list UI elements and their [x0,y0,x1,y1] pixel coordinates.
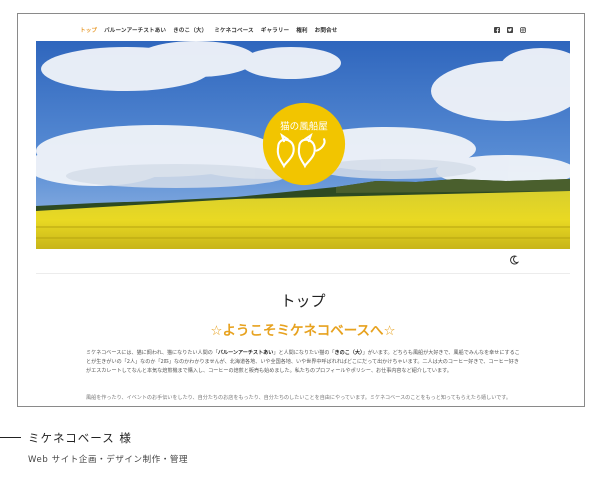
nav-item-balloon-artist[interactable]: バルーンアーチストあい [104,26,166,34]
client-name: ミケネコベース 様 [28,431,132,445]
nav-item-contact[interactable]: お問合せ [315,26,338,34]
nav-item-mikeneko-base[interactable]: ミケネコベース [214,26,253,34]
nav-item-rights[interactable]: 権利 [296,26,307,34]
facebook-icon[interactable] [494,27,500,33]
work-description: Web サイト企画・デザイン制作・管理 [28,455,189,465]
instagram-icon[interactable] [520,27,526,33]
intro-text-2: 」と人間になりたい猫の「 [273,350,335,356]
social-links [494,27,526,33]
welcome-heading: ☆ようこそミケネコベースへ☆ [210,323,396,339]
dark-mode-moon-icon[interactable] [509,255,519,265]
page-title: トップ [280,292,326,310]
website-screenshot-frame: トップ バルーンアーチストあい きのこ（大） ミケネコベース ギャラリー 権利 … [17,13,585,407]
intro-text-1: ミケネコベースには、猫に飼われ、猫になりたい人間の「 [86,350,218,356]
nav-item-gallery[interactable]: ギャラリー [261,26,289,34]
neko-balloon-logo: 猫の風船屋 [262,102,346,186]
intro-paragraph-2: 風船を作ったり、イベントのお手伝いをしたり、自分たちのお店をもったり、自分たちの… [86,395,511,401]
caption-line [0,437,21,438]
nav-item-kinoko[interactable]: きのこ（大） [173,26,207,34]
hero-image: 猫の風船屋 [36,41,570,249]
logo-text: 猫の風船屋 [280,121,328,133]
intro-paragraph: ミケネコベースには、猫に飼われ、猫になりたい人間の「バルーンアーチストあい」と人… [86,349,523,377]
section-divider [36,273,570,274]
nav-item-top[interactable]: トップ [80,26,97,34]
twitter-icon[interactable] [507,27,513,33]
top-navigation: トップ バルーンアーチストあい きのこ（大） ミケネコベース ギャラリー 権利 … [80,26,337,34]
intro-name-balloon-artist: バルーンアーチストあい [217,350,274,356]
intro-name-kinoko: きのこ（大） [334,350,363,356]
